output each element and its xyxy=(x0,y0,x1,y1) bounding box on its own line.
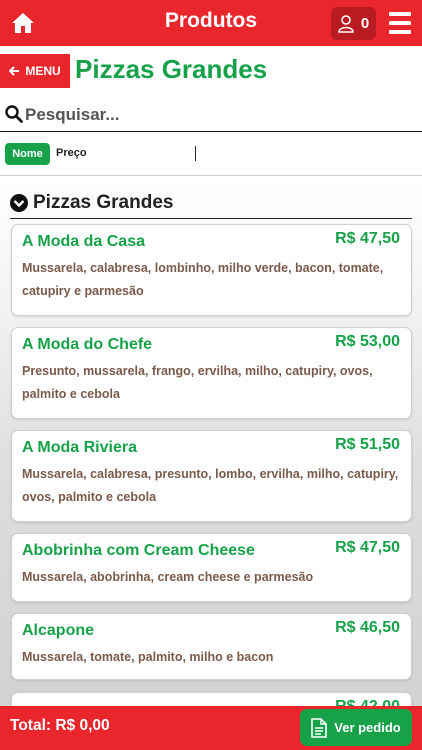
product-name: A Moda Riviera xyxy=(22,439,137,456)
hamburger-icon-bar xyxy=(389,12,411,16)
product-name: Abobrinha com Cream Cheese xyxy=(22,542,255,559)
product-list[interactable]: Pizzas Grandes A Moda da Casa R$ 47,50 M… xyxy=(0,177,422,706)
menu-button-label: MENU xyxy=(25,64,61,78)
product-name: Alcapone xyxy=(22,622,95,639)
product-description: Mussarela, calabresa, lombinho, milho ve… xyxy=(22,261,384,298)
view-order-button[interactable]: Ver pedido xyxy=(300,709,412,746)
order-total: Total: R$ 0,00 xyxy=(10,717,110,734)
product-price: R$ 46,50 xyxy=(335,619,400,636)
section-title: Pizzas Grandes xyxy=(33,191,174,213)
top-app-bar: Produtos 0 xyxy=(0,0,422,46)
product-name: A Moda do Chefe xyxy=(22,336,153,353)
bottom-order-bar: Total: R$ 0,00 Ver pedido xyxy=(0,706,422,750)
product-card[interactable]: Abobrinha com Cream Cheese R$ 47,50 Muss… xyxy=(11,533,412,602)
product-card[interactable]: A Moda Riviera R$ 51,50 Mussarela, calab… xyxy=(11,430,412,522)
sort-by-name-button[interactable]: Nome xyxy=(5,143,50,165)
product-card[interactable]: Alcapone R$ 46,50 Mussarela, tomate, pal… xyxy=(11,613,412,680)
document-icon xyxy=(311,717,328,738)
page-title: Pizzas Grandes xyxy=(75,54,268,84)
search-bar xyxy=(0,98,422,132)
search-input[interactable] xyxy=(25,101,415,129)
text-cursor xyxy=(195,146,196,161)
product-description: Mussarela, tomate, palmito, milho e baco… xyxy=(22,650,274,664)
product-price: R$ 53,00 xyxy=(335,333,400,350)
sort-options: Nome Preço xyxy=(0,133,422,176)
product-card[interactable]: A Moda do Chefe R$ 53,00 Presunto, mussa… xyxy=(11,327,412,419)
chevron-down-circle-icon xyxy=(10,193,28,212)
view-order-label: Ver pedido xyxy=(334,720,401,735)
product-price: R$ 47,50 xyxy=(335,230,400,247)
product-card[interactable]: R$ 42,00 xyxy=(11,692,412,706)
product-price: R$ 42,00 xyxy=(335,698,400,706)
product-price: R$ 47,50 xyxy=(335,539,400,556)
arrow-left-icon xyxy=(9,66,20,76)
product-price: R$ 51,50 xyxy=(335,436,400,453)
sort-by-price-button[interactable]: Preço xyxy=(56,147,87,159)
section-header[interactable]: Pizzas Grandes xyxy=(10,187,412,219)
cart-count-badge: 0 xyxy=(360,15,370,32)
product-description: Presunto, mussarela, frango, ervilha, mi… xyxy=(22,364,373,401)
product-description: Mussarela, calabresa, presunto, lombo, e… xyxy=(22,467,399,504)
user-icon xyxy=(338,14,354,33)
product-name: A Moda da Casa xyxy=(22,233,145,250)
hamburger-icon-bar xyxy=(389,30,411,34)
cart-button[interactable]: 0 xyxy=(331,7,376,40)
product-description: Mussarela, abobrinha, cream cheese e par… xyxy=(22,570,314,584)
search-icon xyxy=(5,105,23,123)
hamburger-icon-bar xyxy=(389,21,411,25)
back-to-menu-button[interactable]: MENU xyxy=(0,54,70,88)
hamburger-menu-button[interactable] xyxy=(389,12,411,34)
product-card[interactable]: A Moda da Casa R$ 47,50 Mussarela, calab… xyxy=(11,224,412,316)
